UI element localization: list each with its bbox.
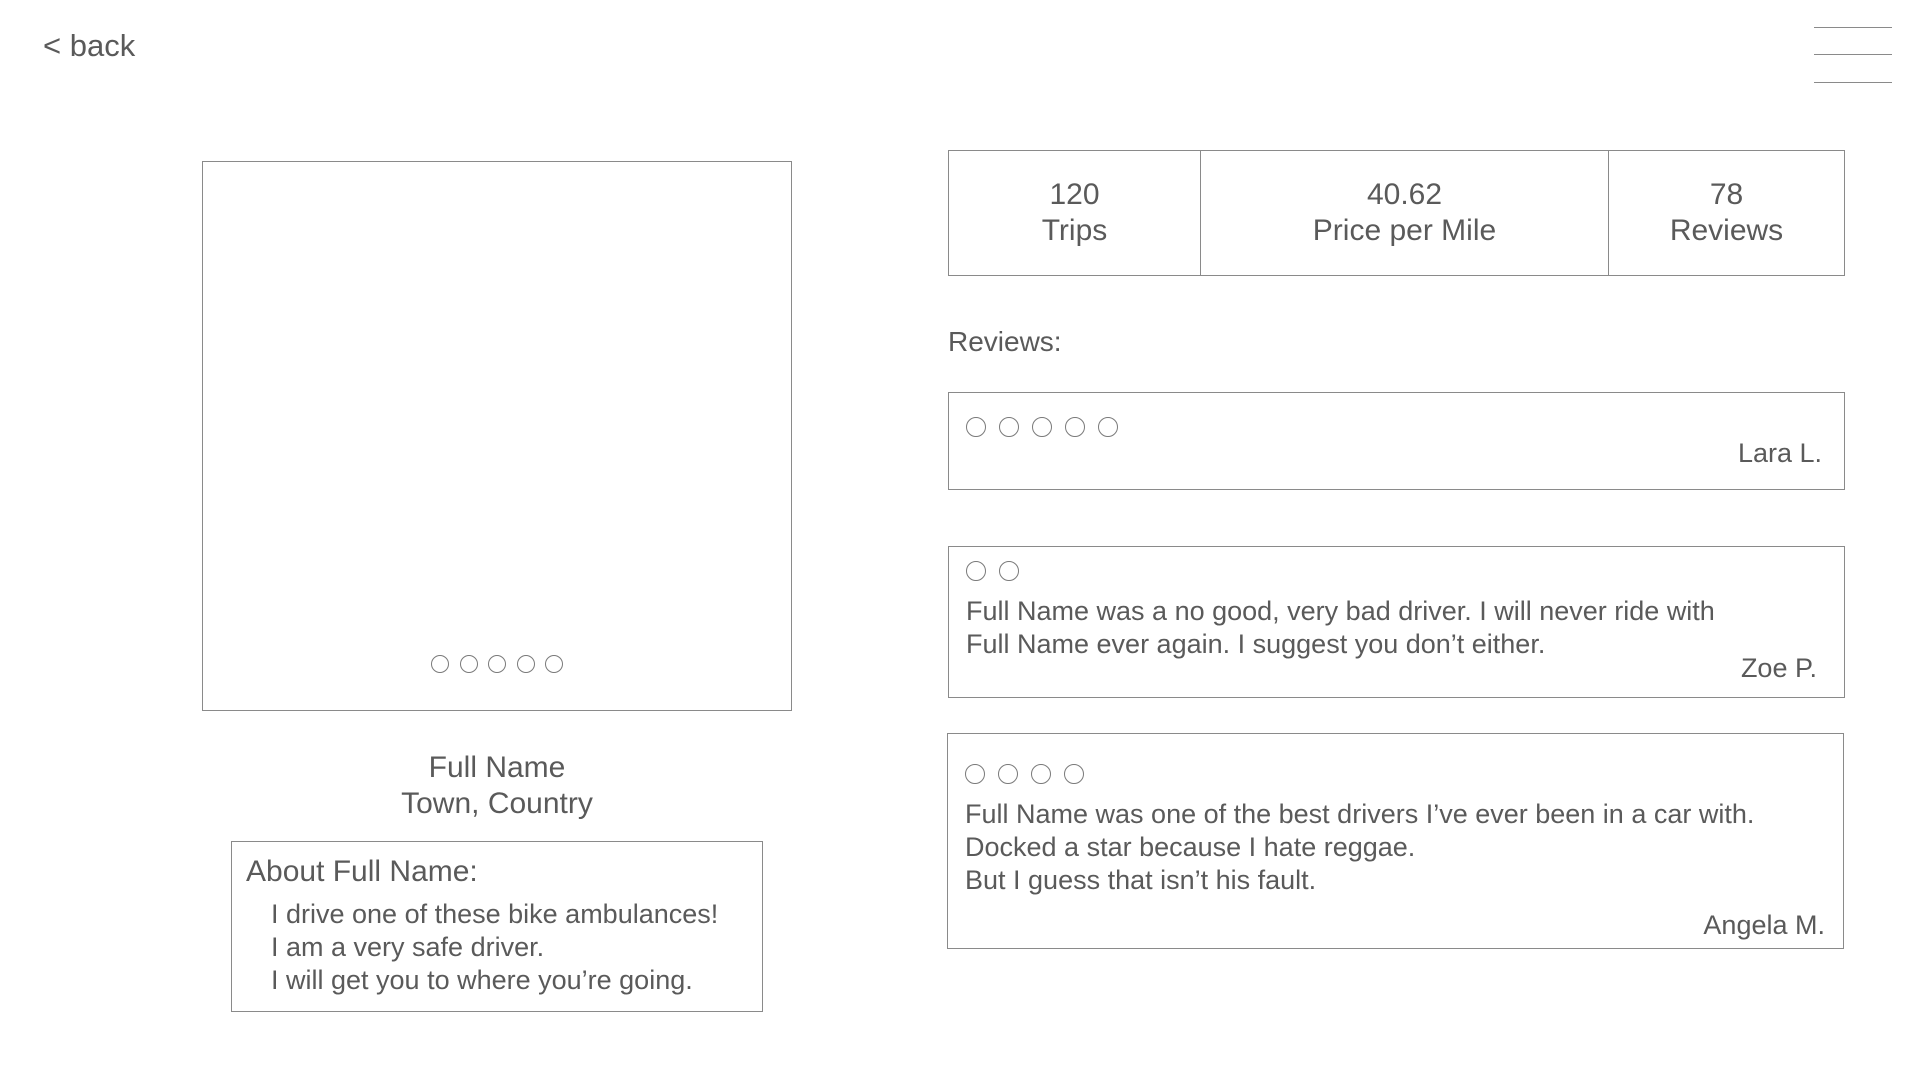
stat-label: Price per Mile xyxy=(1312,214,1497,247)
review-text: Full Name was one of the best drivers I’… xyxy=(965,798,1754,897)
star-icon xyxy=(965,764,985,784)
stat-value: 78 xyxy=(1709,178,1744,211)
star-icon xyxy=(1065,417,1085,437)
review-author: Lara L. xyxy=(1737,438,1822,468)
star-rating xyxy=(966,417,1118,437)
review-card: Lara L. xyxy=(948,392,1845,490)
about-title: About Full Name: xyxy=(246,855,478,888)
photo-carousel-indicator xyxy=(203,655,791,673)
about-line: I am a very safe driver. xyxy=(271,932,545,962)
review-text: Full Name was a no good, very bad driver… xyxy=(966,595,1715,661)
menu-line xyxy=(1814,82,1892,83)
back-link[interactable]: < back xyxy=(43,24,135,68)
star-icon xyxy=(1064,764,1084,784)
stat-price-per-mile: 40.62 Price per Mile xyxy=(1200,151,1608,275)
review-text-line: Docked a star because I hate reggae. xyxy=(965,832,1416,862)
star-icon xyxy=(999,417,1019,437)
hamburger-menu-icon[interactable] xyxy=(1814,26,1892,84)
about-line: I will get you to where you’re going. xyxy=(271,965,693,995)
star-icon xyxy=(998,764,1018,784)
driver-stats: 120 Trips 40.62 Price per Mile 78 Review… xyxy=(948,150,1845,276)
stat-value: 40.62 xyxy=(1366,178,1443,211)
star-icon xyxy=(966,417,986,437)
profile-photo[interactable] xyxy=(202,161,792,711)
star-icon xyxy=(1032,417,1052,437)
star-icon xyxy=(1098,417,1118,437)
star-icon xyxy=(1031,764,1051,784)
stat-reviews[interactable]: 78 Reviews xyxy=(1608,151,1844,275)
carousel-dot[interactable] xyxy=(488,655,506,673)
carousel-dot[interactable] xyxy=(459,655,478,673)
stat-label: Reviews xyxy=(1669,214,1784,247)
reviews-heading: Reviews: xyxy=(948,326,1062,357)
review-text-line: But I guess that isn’t his fault. xyxy=(965,865,1317,895)
profile-location: Town, Country xyxy=(401,787,593,820)
about-section: About Full Name: I drive one of these bi… xyxy=(231,841,763,1012)
review-text-line: Full Name was one of the best drivers I’… xyxy=(965,799,1755,829)
star-rating xyxy=(966,561,1019,581)
carousel-dot[interactable] xyxy=(431,655,449,673)
star-icon xyxy=(966,561,986,581)
menu-line xyxy=(1814,54,1892,55)
profile-name: Full Name xyxy=(428,751,566,784)
menu-line xyxy=(1814,27,1892,28)
stat-label: Trips xyxy=(1041,214,1108,247)
stat-trips: 120 Trips xyxy=(949,151,1200,275)
star-icon xyxy=(999,561,1019,581)
about-line: I drive one of these bike ambulances! xyxy=(271,899,719,929)
carousel-dot[interactable] xyxy=(516,655,535,673)
review-author: Angela M. xyxy=(1703,910,1825,940)
star-rating xyxy=(965,764,1084,784)
carousel-dot[interactable] xyxy=(545,655,563,673)
stat-value: 120 xyxy=(1049,178,1100,211)
review-card: Full Name was one of the best drivers I’… xyxy=(947,733,1844,949)
review-author: Zoe P. xyxy=(1740,653,1817,683)
review-text-line: Full Name was a no good, very bad driver… xyxy=(966,596,1715,626)
review-card: Full Name was a no good, very bad driver… xyxy=(948,546,1845,698)
review-text-line: Full Name ever again. I suggest you don’… xyxy=(966,629,1546,659)
